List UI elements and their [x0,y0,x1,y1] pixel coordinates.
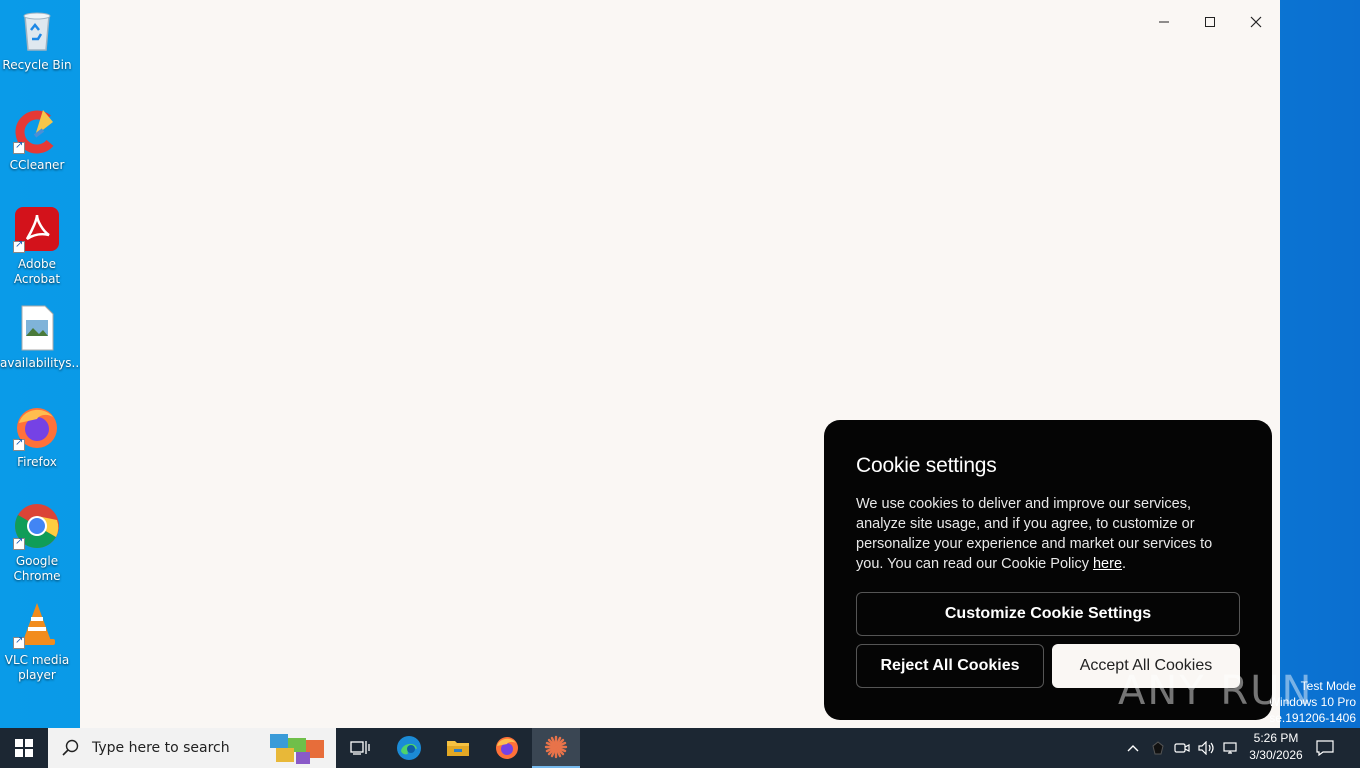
minimize-button[interactable] [1149,8,1179,36]
desktop-icon-label: VLC media player [4,653,70,682]
notification-icon [1316,740,1334,756]
shortcut-arrow-icon [13,140,25,154]
show-hidden-icons-button[interactable] [1126,728,1144,768]
clock-time: 5:26 PM [1253,731,1299,745]
ccleaner-icon [13,106,61,154]
desktop-icon-label: Google Chrome [13,554,61,583]
shortcut-arrow-icon [13,536,25,550]
search-highlight-puzzle-icon [270,734,324,764]
desktop-icon-label: Adobe Acrobat [13,257,61,286]
edge-icon [397,736,421,760]
shortcut-arrow-icon [13,635,25,649]
desktop-icon-vlc[interactable]: VLC media player [0,601,74,683]
firefox-icon [496,737,518,759]
tray-app-icon-glyph [1152,741,1164,755]
test-mode-watermark: Test Mode Windows 10 Pro Build 19041.vb_… [1270,678,1356,726]
cookie-dialog-body: We use cookies to deliver and improve ou… [856,494,1236,574]
camera-icon [1174,743,1190,753]
tray-network-button[interactable] [1222,728,1240,768]
desktop-icon-image-file[interactable]: availabilitys... [0,304,83,371]
close-icon [1250,16,1262,28]
taskbar-firefox-button[interactable] [482,728,532,768]
search-icon [62,739,79,756]
taskbar-search-box[interactable]: Type here to search [48,728,336,768]
windows-logo-icon [15,739,33,757]
start-button[interactable] [0,728,48,768]
adobe-acrobat-icon [13,205,61,253]
close-button[interactable] [1241,8,1271,36]
taskbar-clock[interactable]: 5:26 PM 3/30/2026 [1240,730,1312,764]
desktop-icon-ccleaner[interactable]: CCleaner [0,106,74,173]
action-center-button[interactable] [1316,728,1342,768]
desktop-icon-label: CCleaner [9,158,65,172]
customize-cookie-settings-button[interactable]: Customize Cookie Settings [856,592,1240,636]
reject-all-cookies-button[interactable]: Reject All Cookies [856,644,1044,688]
shortcut-arrow-icon [13,239,25,253]
cookie-policy-link[interactable]: here [1093,556,1122,572]
desktop-icon-label: Recycle Bin [2,58,72,72]
chevron-up-icon [1127,745,1139,752]
cookie-body-period: . [1122,556,1127,572]
shortcut-arrow-icon [13,437,25,451]
image-file-icon [13,304,61,352]
cookie-body-text: We use cookies to deliver and improve ou… [856,496,1213,572]
desktop-icon-label: availabilitys... [0,356,83,370]
task-view-icon [350,741,370,755]
taskbar-edge-button[interactable] [384,728,434,768]
cookie-dialog-title: Cookie settings [856,454,997,477]
desktop-icon-recycle-bin[interactable]: Recycle Bin [0,6,74,73]
volume-icon [1198,741,1214,755]
desktop-icon-label: Firefox [17,455,57,469]
watermark-line-1: Test Mode [1300,679,1356,693]
tray-app-icon[interactable] [1152,728,1168,768]
file-explorer-icon [447,741,469,756]
taskbar-active-app-button[interactable] [532,728,580,768]
watermark-line-3: Build 19041.vb_release.191206-1406 [1270,711,1356,725]
firefox-icon [13,403,61,451]
desktop-icon-firefox[interactable]: Firefox [0,403,74,470]
desktop-icon-google-chrome[interactable]: Google Chrome [0,502,74,584]
search-placeholder: Type here to search [92,740,230,756]
vlc-icon [13,601,61,649]
task-view-button[interactable] [336,728,384,768]
tray-meet-now-button[interactable] [1174,728,1192,768]
chrome-icon [13,502,61,550]
clock-date: 3/30/2026 [1249,748,1303,762]
starburst-app-icon [544,735,568,759]
minimize-icon [1159,21,1169,23]
taskbar-file-explorer-button[interactable] [434,728,482,768]
watermark-line-2: Windows 10 Pro [1270,695,1356,709]
desktop-icon-adobe-acrobat[interactable]: Adobe Acrobat [0,205,74,287]
network-icon [1223,742,1237,754]
maximize-button[interactable] [1195,8,1225,36]
tray-volume-button[interactable] [1198,728,1216,768]
recycle-bin-icon [13,6,61,54]
maximize-icon [1205,17,1215,27]
